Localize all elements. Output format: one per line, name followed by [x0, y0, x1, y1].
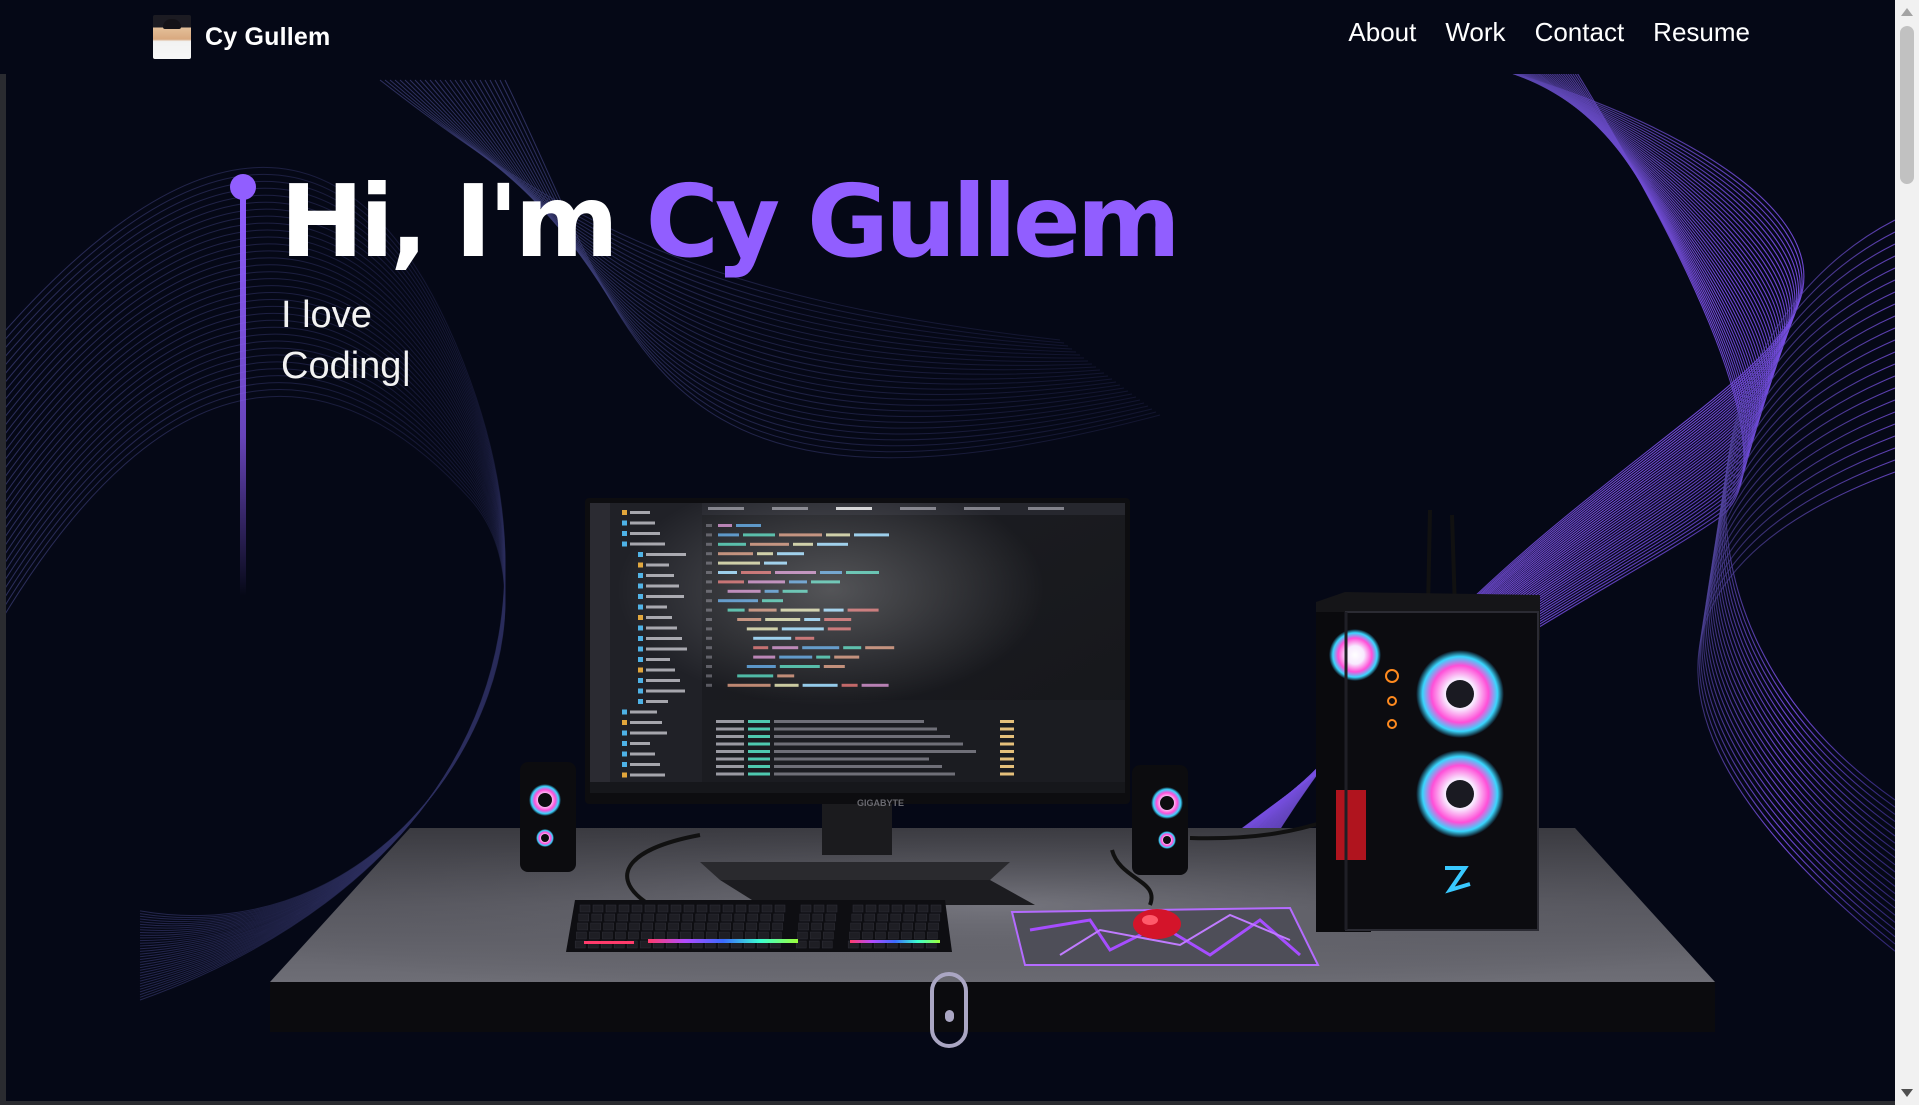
hero-title-prefix: Hi, I'm	[280, 163, 646, 280]
hero-title-name: Cy Gullem	[645, 163, 1181, 280]
mouse	[1133, 909, 1181, 939]
hero-subtitle-line1: I love	[281, 294, 372, 336]
nav-link-work[interactable]: Work	[1445, 17, 1505, 48]
typing-cursor: |	[401, 345, 412, 387]
monitor: GIGABYTE	[585, 498, 1130, 808]
scroll-dot	[945, 1010, 954, 1022]
hero-line	[240, 196, 246, 596]
hero-title: Hi, I'm Cy Gullem	[280, 160, 1181, 284]
nav-links: About Work Contact Resume	[1348, 17, 1750, 48]
scroll-down-arrow-icon[interactable]	[1901, 1089, 1913, 1097]
navbar: Cy Gullem About Work Contact Resume	[0, 0, 1895, 74]
scrollbar-thumb[interactable]	[1900, 26, 1914, 184]
avatar	[153, 15, 191, 59]
hero-subtitle: I love Coding|	[281, 290, 411, 392]
brand-link[interactable]: Cy Gullem	[153, 14, 330, 60]
speaker-left	[520, 762, 576, 872]
keyboard	[566, 900, 952, 952]
scroll-up-arrow-icon[interactable]	[1901, 8, 1913, 16]
brand-name: Cy Gullem	[205, 22, 331, 51]
pc-case	[1316, 509, 1540, 932]
monitor-brand: GIGABYTE	[857, 798, 904, 808]
window-bottom-edge	[0, 1101, 1895, 1105]
nav-link-about[interactable]: About	[1348, 17, 1416, 48]
page-scrollbar[interactable]	[1895, 0, 1919, 1105]
app-window: Cy Gullem About Work Contact Resume Hi, …	[0, 0, 1919, 1105]
speaker-right	[1132, 765, 1188, 875]
hero-subtitle-line2: Coding	[281, 345, 402, 387]
mouse-scroll-icon[interactable]	[930, 972, 968, 1048]
nav-link-contact[interactable]: Contact	[1535, 17, 1625, 48]
nav-link-resume[interactable]: Resume	[1653, 17, 1750, 48]
